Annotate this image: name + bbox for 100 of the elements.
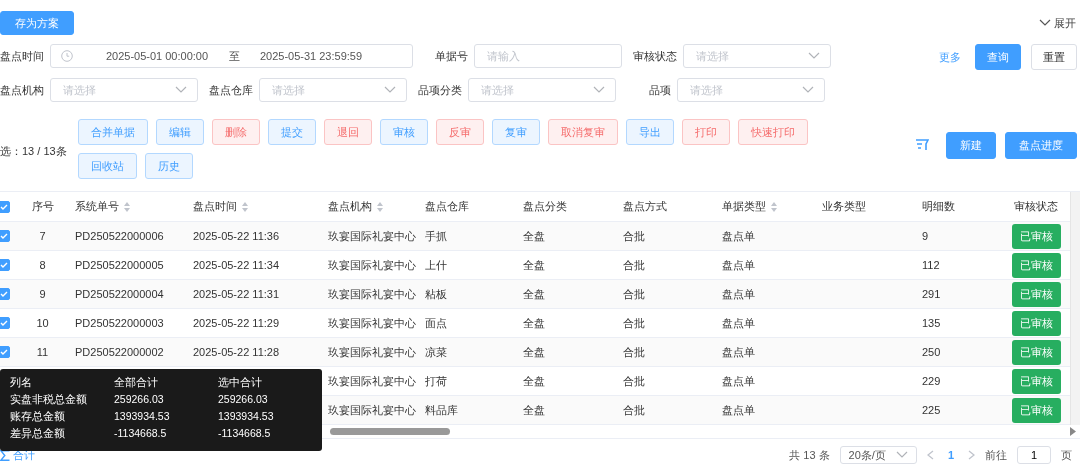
checkbox[interactable] (0, 288, 10, 300)
table-cell: 玖宴国际礼宴中心 (328, 286, 416, 302)
table-row[interactable]: 7 PD250522000006 2025-05-22 11:36 玖宴国际礼宴中心 手抓 全盘 合批 盘点单 9 已审核 (0, 222, 1070, 251)
status-badge: 已审核 (1012, 339, 1061, 365)
page-input[interactable]: 1 (1017, 446, 1051, 464)
field-label: 单据号 (434, 48, 469, 64)
action-button[interactable]: 反审 (436, 119, 484, 145)
more-link[interactable]: 更多 (939, 44, 961, 70)
field-label: 品项分类 (417, 82, 463, 98)
chevron-down-icon (175, 86, 187, 94)
action-button[interactable]: 复审 (492, 119, 540, 145)
field-label: 盘点机构 (0, 82, 45, 98)
column-header[interactable]: 序号 (20, 192, 65, 221)
table-cell: 盘点单 (722, 286, 755, 302)
table-cell: PD250522000003 (75, 317, 164, 329)
table-cell: 合批 (623, 315, 645, 331)
action-button[interactable]: 删除 (212, 119, 260, 145)
table-cell: 盘点单 (722, 315, 755, 331)
table-cell: 11 (36, 346, 49, 358)
field-label: 盘点时间 (0, 48, 45, 64)
table-cell: 7 (39, 230, 46, 242)
table-cell: 合批 (623, 286, 645, 302)
column-header[interactable]: 盘点机构 (318, 192, 415, 221)
chevron-right-icon (968, 450, 975, 460)
column-header[interactable]: 盘点仓库 (415, 192, 513, 221)
reset-button[interactable]: 重置 (1031, 44, 1077, 70)
column-header[interactable]: 明细数 (912, 192, 1010, 221)
column-header[interactable]: 盘点分类 (513, 192, 613, 221)
page-number[interactable]: 1 (943, 449, 958, 461)
table-cell: 8 (39, 259, 46, 271)
checkmark-icon (0, 232, 8, 240)
checkbox[interactable] (0, 317, 10, 329)
checkbox[interactable] (0, 346, 10, 358)
table-cell: 盘点单 (722, 402, 755, 418)
table-row[interactable]: 11 PD250522000002 2025-05-22 11:28 玖宴国际礼宴中心 凉菜 全盘 合批 盘点单 250 已审核 (0, 338, 1070, 367)
table-cell: 9 (922, 230, 929, 242)
column-header[interactable]: 系统单号 (65, 192, 183, 221)
table-cell: 盘点单 (722, 344, 755, 360)
table-cell: 291 (922, 288, 941, 300)
tooltip-cell-text: 账存总金额 (10, 410, 66, 424)
status-badge: 已审核 (1012, 223, 1061, 249)
column-header[interactable]: 业务类型 (812, 192, 912, 221)
checkmark-icon (0, 319, 8, 327)
checkbox[interactable] (0, 200, 10, 213)
table-cell: 面点 (425, 315, 447, 331)
table-cell: 合批 (623, 373, 645, 389)
checkbox[interactable] (0, 259, 10, 271)
scrollbar-thumb[interactable] (330, 428, 450, 435)
filter-icon (915, 138, 929, 152)
table-cell: PD250522000006 (75, 230, 164, 242)
checkmark-icon (0, 202, 8, 211)
table-cell: 玖宴国际礼宴中心 (328, 373, 416, 389)
primary-button[interactable]: 新建 (946, 131, 996, 159)
table-cell: 全盘 (523, 257, 545, 273)
table-cell: 玖宴国际礼宴中心 (328, 315, 416, 331)
table-row[interactable]: 9 PD250522000004 2025-05-22 11:31 玖宴国际礼宴中心 粘板 全盘 合批 盘点单 291 已审核 (0, 280, 1070, 309)
column-header[interactable]: 盘点时间 (183, 192, 318, 221)
page-size-select[interactable]: 20条/页 (839, 446, 917, 464)
table-cell: 打荷 (425, 373, 447, 389)
action-button[interactable]: 合并单据 (78, 119, 148, 145)
action-button[interactable]: 历史 (145, 153, 193, 179)
table-cell: 2025-05-22 11:31 (193, 288, 280, 300)
checkbox[interactable] (0, 230, 10, 242)
column-header[interactable]: 单据类型 (712, 192, 812, 221)
save-plan-button[interactable]: 存为方案 (0, 11, 74, 35)
sort-icon (376, 200, 384, 213)
table-cell: 全盘 (523, 228, 545, 244)
table-cell: 玖宴国际礼宴中心 (328, 257, 416, 273)
table-cell: 2025-05-22 11:29 (193, 317, 280, 329)
field-label: 审核状态 (632, 48, 678, 64)
field-label: 盘点仓库 (208, 82, 254, 98)
table-cell: 合批 (623, 402, 645, 418)
date-range-field[interactable]: 2025-05-01 00:00:00 至 2025-05-31 23:59:59 (50, 44, 413, 68)
chevron-left-icon (926, 450, 934, 460)
chevron-down-icon (384, 86, 396, 94)
primary-button[interactable]: 盘点进度 (1005, 131, 1077, 159)
query-button[interactable]: 查询 (975, 44, 1021, 70)
expand-toggle[interactable]: 展开 (1039, 15, 1076, 31)
table-cell: 玖宴国际礼宴中心 (328, 402, 416, 418)
action-button[interactable]: 提交 (268, 119, 316, 145)
action-button[interactable]: 退回 (324, 119, 372, 145)
action-button[interactable]: 快速打印 (738, 119, 808, 145)
table-cell: 合批 (623, 344, 645, 360)
end-date-value: 2025-05-31 23:59:59 (258, 50, 364, 62)
status-badge: 已审核 (1012, 310, 1061, 336)
action-button[interactable]: 取消复审 (548, 119, 618, 145)
table-cell: 盘点单 (722, 257, 755, 273)
column-header[interactable]: 审核状态 (1010, 192, 1070, 221)
action-button[interactable]: 导出 (626, 119, 674, 145)
action-button[interactable]: 打印 (682, 119, 730, 145)
page-unit: 页 (1061, 447, 1072, 463)
table-cell: 全盘 (523, 344, 545, 360)
action-button[interactable]: 审核 (380, 119, 428, 145)
checkmark-icon (0, 290, 8, 298)
action-button[interactable]: 回收站 (78, 153, 137, 179)
column-header[interactable]: 盘点方式 (613, 192, 712, 221)
action-button[interactable]: 编辑 (156, 119, 204, 145)
table-cell: 盘点单 (722, 228, 755, 244)
tooltip-cell-text: 实盘非税总金额 (10, 393, 88, 407)
tooltip-header: 选中合计 (218, 376, 263, 390)
